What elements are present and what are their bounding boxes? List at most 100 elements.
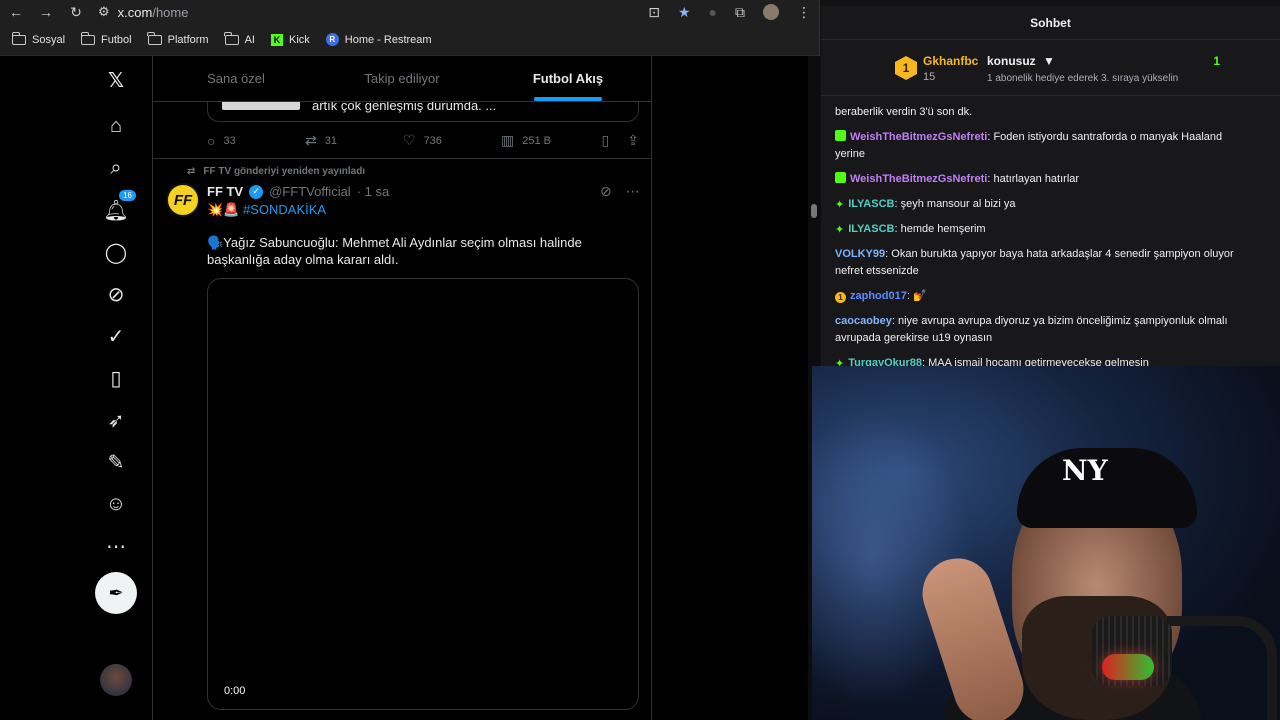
chat-username[interactable]: VOLKY99 (835, 248, 885, 260)
chevron-down-icon[interactable]: ▼ (1043, 54, 1055, 68)
reply-button[interactable]: ○ 33 (207, 133, 305, 149)
profile-icon[interactable]: ☺ (104, 492, 128, 516)
chat-message: beraberlik verdin 3'ü son dk. (835, 104, 1255, 121)
bookmark-label: Kick (288, 33, 310, 46)
chat-username[interactable]: ILYASCB (848, 223, 894, 235)
bookmark-ai[interactable]: AI (224, 31, 255, 46)
reply-icon: ○ (207, 132, 216, 149)
address-bar-row: ← → ↻ ⚙ x.com/home ⊡ ★ ● ⧉ ⋮ (0, 0, 819, 24)
x-logo-icon[interactable]: 𝕏 (104, 68, 128, 92)
rocket-icon[interactable]: ➶ (104, 408, 128, 432)
bookmark-label: Futbol (101, 33, 132, 46)
bookmark-icon[interactable]: ▯ (602, 132, 610, 149)
hashtag-link[interactable]: #SONDAKİKA (243, 202, 326, 217)
verified-orgs-icon[interactable]: ✓ (104, 324, 128, 348)
bookmark-star-icon[interactable]: ★ (678, 4, 691, 21)
forward-icon[interactable]: → (38, 4, 54, 20)
author-handle[interactable]: @FFTVofficial (269, 184, 351, 199)
bookmark-label: Home - Restream (344, 33, 432, 46)
post-divider (153, 158, 652, 159)
bookmarks-bar: Sosyal Futbol Platform AI K Kick R Home - … (0, 24, 819, 56)
views-count: 251 B (522, 134, 551, 147)
bookmark-platform[interactable]: Platform (147, 31, 209, 46)
repost-button[interactable]: ⇄ 31 (305, 132, 403, 149)
menu-kebab-icon[interactable]: ⋮ (797, 4, 811, 21)
timeline-tabs: Sana özel Takip ediliyor Futbol Akış (153, 56, 651, 102)
chat-text: hemde hemşerim (900, 223, 986, 235)
chat-text: şeyh mansour al bizi ya (900, 198, 1016, 210)
tweet-tagline: 💥🚨 #SONDAKİKA (207, 202, 326, 218)
tab-futbol-akis[interactable]: Futbol Akış (485, 56, 651, 101)
cap-logo: NY (1062, 454, 1108, 487)
chat-username[interactable]: caocaobey (835, 315, 892, 327)
feather-icon: ✒ (108, 582, 124, 603)
repost-count: 31 (324, 134, 337, 147)
bookmark-kick[interactable]: K Kick (270, 33, 310, 46)
scrollbar-thumb[interactable] (811, 204, 817, 218)
quoted-thumbnail (222, 102, 300, 110)
chat-message: WeishTheBitmezGsNefreti: hatırlayan hatı… (835, 171, 1255, 188)
tab-for-you[interactable]: Sana özel (153, 56, 319, 101)
folder-icon (147, 31, 162, 45)
messages-icon[interactable]: ◯ (104, 240, 128, 264)
video-player[interactable]: 0:00 (207, 278, 639, 710)
bookmark-futbol[interactable]: Futbol (80, 31, 132, 46)
home-icon[interactable]: ⌂ (104, 114, 128, 138)
rank-medal-icon: 1 (895, 56, 917, 80)
bookmark-label: AI (244, 33, 255, 46)
url-text[interactable]: x.com/home (118, 5, 189, 20)
chat-message: ✦ ILYASCB: hemde hemşerim (835, 221, 1255, 238)
bookmark-restream[interactable]: R Home - Restream (325, 33, 432, 46)
bookmark-sosyal[interactable]: Sosyal (11, 31, 66, 46)
chat-username[interactable]: ILYASCB (848, 198, 894, 210)
bookmark-label: Sosyal (32, 33, 66, 46)
spark-badge-icon: ✦ (835, 224, 845, 236)
chat-username[interactable]: WeishTheBitmezGsNefreti (850, 131, 987, 143)
reply-count: 33 (223, 134, 236, 147)
tweet-text: 🗣️Yağız Sabuncuoğlu: Mehmet Ali Aydınlar… (207, 235, 582, 267)
like-count: 736 (423, 134, 442, 147)
right-column (652, 56, 808, 720)
views-button[interactable]: ▥ 251 B (501, 132, 599, 149)
install-app-icon[interactable]: ⊡ (648, 4, 660, 21)
folder-icon (11, 31, 26, 45)
site-info-icon[interactable]: ⚙ (98, 4, 110, 20)
heart-icon: ♡ (403, 132, 416, 148)
reload-icon[interactable]: ↻ (68, 4, 84, 21)
profile-avatar[interactable] (763, 4, 779, 20)
coin-badge-icon: 1 (835, 292, 846, 303)
chat-text: hatırlayan hatırlar (993, 173, 1080, 185)
quoted-card[interactable]: artık çok genleşmiş durumda. ... (207, 102, 639, 122)
compose-post-button[interactable]: ✒ (95, 572, 137, 614)
author-name[interactable]: FF TV (207, 184, 243, 199)
more-icon[interactable]: ⋯ (104, 534, 128, 558)
search-icon[interactable]: ⌕ (104, 156, 128, 180)
grok-icon[interactable]: ⊘ (104, 282, 128, 306)
chat-username[interactable]: zaphod017 (850, 290, 907, 302)
like-button[interactable]: ♡ 736 (403, 132, 501, 149)
back-icon[interactable]: ← (8, 4, 24, 20)
extension-icon[interactable]: ● (709, 4, 717, 20)
repost-note-text: FF TV gönderiyi yeniden yayınladı (203, 166, 366, 177)
tweet-author-avatar[interactable]: FF (166, 183, 200, 217)
chat-username[interactable]: WeishTheBitmezGsNefreti (850, 173, 987, 185)
edit-icon[interactable]: ✎ (104, 450, 128, 474)
more-options-icon[interactable]: ⋯ (626, 183, 640, 200)
tweet-time[interactable]: · 1 sa (357, 184, 390, 199)
account-avatar[interactable] (100, 664, 132, 696)
folder-icon (80, 31, 96, 45)
share-icon[interactable]: ⇪ (627, 132, 639, 149)
address-bar[interactable]: ⚙ x.com/home (98, 4, 634, 20)
sub-badge-icon (835, 130, 846, 141)
browser-window: ← → ↻ ⚙ x.com/home ⊡ ★ ● ⧉ ⋮ Sosyal Futb… (0, 0, 820, 720)
grok-icon[interactable]: ⊘ (600, 183, 612, 200)
tab-following[interactable]: Takip ediliyor (319, 56, 485, 101)
gift-message: 1 abonelik hediye ederek 3. sıraya yükse… (987, 73, 1179, 84)
extensions-puzzle-icon[interactable]: ⧉ (735, 4, 745, 21)
x-page: 𝕏 ⌂ ⌕ 🔔︎ 16 ◯ ⊘ ✓ ▯ ➶ ✎ ☺ ⋯ ✒ Sana özel T… (0, 56, 808, 720)
folder-icon (224, 31, 239, 45)
leader-username[interactable]: Gkhanfbc (923, 54, 978, 68)
quoted-text: artık çok genleşmiş durumda. ... (312, 102, 497, 113)
bookmarks-icon[interactable]: ▯ (104, 366, 128, 390)
notifications-icon[interactable]: 🔔︎ 16 (103, 190, 136, 222)
